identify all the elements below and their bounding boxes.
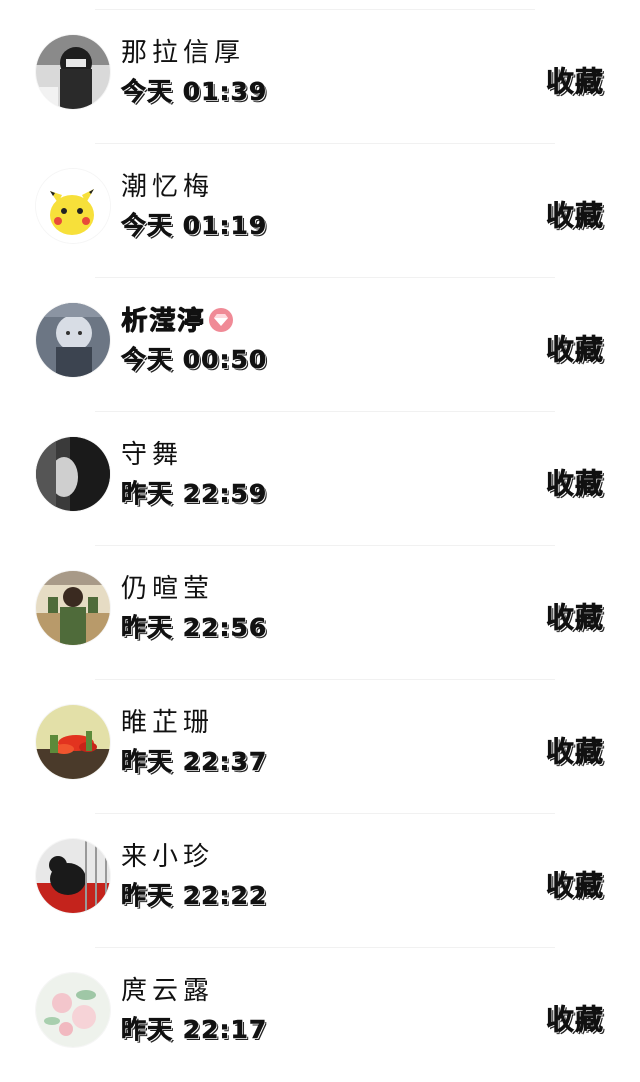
avatar[interactable] (36, 437, 110, 511)
favorite-button[interactable]: 收藏 (546, 596, 604, 636)
list-item[interactable]: 睢芷珊 昨天 22:37 收藏 (0, 680, 640, 814)
list-item[interactable]: 庹云露 昨天 22:17 收藏 (0, 948, 640, 1082)
avatar[interactable] (36, 571, 110, 645)
contact-name: 守舞 (121, 440, 184, 470)
timestamp: 昨天 22:17 (121, 1015, 268, 1045)
favorite-button[interactable]: 收藏 (546, 864, 604, 904)
avatar[interactable] (36, 705, 110, 779)
timestamp: 昨天 22:22 (121, 881, 268, 911)
contact-name: 来小珍 (121, 842, 215, 872)
contact-name: 潮忆梅 (121, 172, 215, 202)
favorite-button[interactable]: 收藏 (546, 194, 604, 234)
favorite-button[interactable]: 收藏 (546, 60, 604, 100)
timestamp: 昨天 22:37 (121, 747, 268, 777)
list-item[interactable]: 潮忆梅 今天 01:19 收藏 (0, 144, 640, 278)
contact-name: 那拉信厚 (121, 38, 246, 68)
list-item[interactable]: 仍暄莹 昨天 22:56 收藏 (0, 546, 640, 680)
list-item[interactable]: 那拉信厚 今天 01:39 收藏 (0, 10, 640, 144)
timestamp: 今天 01:19 (121, 211, 268, 241)
avatar[interactable] (36, 35, 110, 109)
list-item[interactable]: 来小珍 昨天 22:22 收藏 (0, 814, 640, 948)
list-item[interactable]: 析滢渟 今天 00:50 收藏 (0, 278, 640, 412)
timestamp: 今天 01:39 (121, 77, 268, 107)
list-item[interactable]: 守舞 昨天 22:59 收藏 (0, 412, 640, 546)
avatar[interactable] (36, 973, 110, 1047)
contact-name: 析滢渟 (121, 300, 234, 337)
collection-list: 那拉信厚 今天 01:39 收藏 潮忆梅 今天 01:19 收藏 析滢渟 今天 … (0, 0, 640, 1069)
contact-name: 庹云露 (121, 976, 215, 1006)
timestamp: 今天 00:50 (121, 345, 268, 375)
avatar[interactable] (36, 303, 110, 377)
timestamp: 昨天 22:56 (121, 613, 268, 643)
timestamp: 昨天 22:59 (121, 479, 268, 509)
favorite-button[interactable]: 收藏 (546, 462, 604, 502)
favorite-button[interactable]: 收藏 (546, 730, 604, 770)
contact-name: 仍暄莹 (121, 574, 215, 604)
contact-name-text: 析滢渟 (121, 306, 206, 336)
favorite-button[interactable]: 收藏 (546, 998, 604, 1038)
favorite-button[interactable]: 收藏 (546, 328, 604, 368)
diamond-icon (209, 307, 234, 332)
contact-name: 睢芷珊 (121, 708, 215, 738)
avatar[interactable] (36, 169, 110, 243)
avatar[interactable] (36, 839, 110, 913)
